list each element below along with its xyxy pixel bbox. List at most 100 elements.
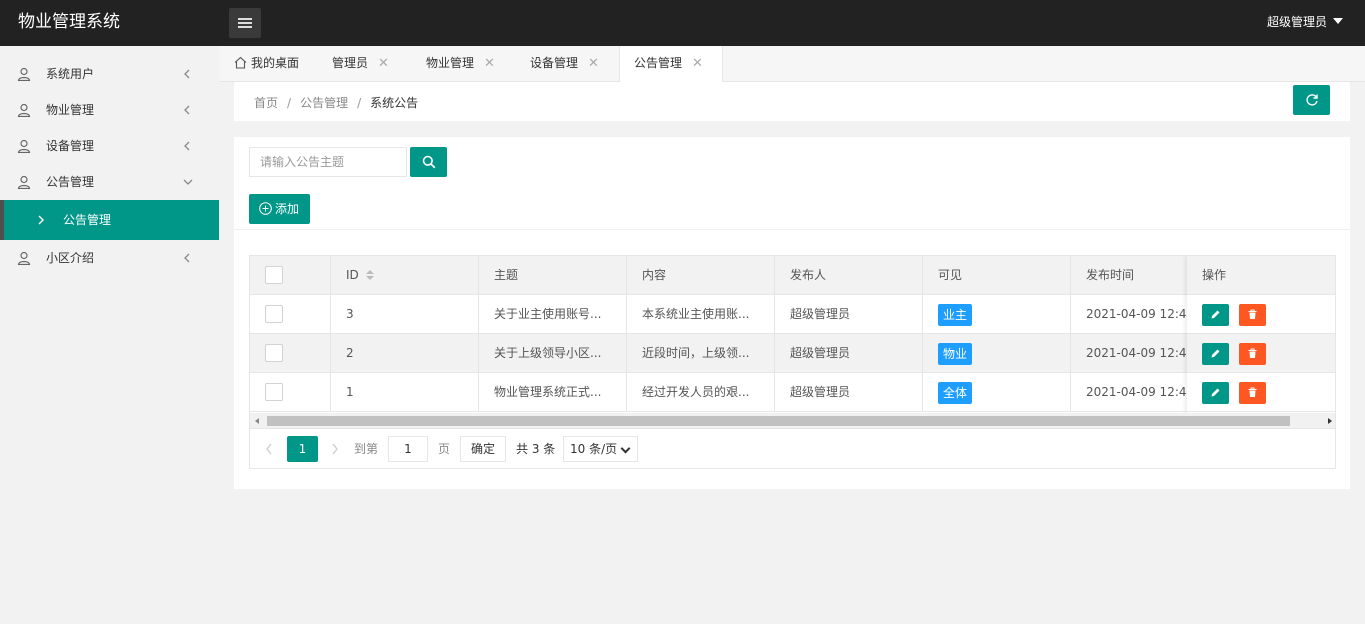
select-all-checkbox[interactable] — [265, 266, 283, 284]
search-icon — [422, 155, 436, 169]
app-title: 物业管理系统 — [18, 12, 120, 32]
chevron-down-icon — [620, 443, 631, 454]
scrollbar-thumb[interactable] — [267, 416, 1290, 426]
search-input[interactable] — [249, 147, 407, 177]
delete-button[interactable] — [1239, 343, 1266, 365]
breadcrumb-home[interactable]: 首页 — [254, 96, 278, 110]
tab-desktop[interactable]: 我的桌面 — [234, 46, 299, 82]
trash-icon — [1248, 309, 1257, 319]
sidebar-item-equipment[interactable]: 设备管理 — [0, 128, 219, 164]
visibility-badge: 物业 — [938, 342, 973, 365]
refresh-button[interactable] — [1293, 85, 1330, 115]
row-checkbox[interactable] — [265, 344, 283, 362]
chevron-down-icon — [183, 179, 193, 185]
user-menu[interactable]: 超级管理员 — [1267, 14, 1343, 30]
cell-title: 关于上级领导小区... — [479, 334, 627, 373]
page-size-value: 10 条/页 — [570, 442, 618, 456]
sort-icon[interactable] — [365, 268, 375, 282]
header-visible: 可见 — [923, 256, 1071, 295]
pencil-icon — [1211, 349, 1220, 358]
close-icon[interactable]: ✕ — [378, 56, 389, 71]
user-icon — [17, 175, 31, 189]
sidebar-item-label: 系统用户 — [46, 67, 95, 81]
sidebar-item-property[interactable]: 物业管理 — [0, 92, 219, 128]
user-icon — [17, 139, 31, 153]
trash-icon — [1248, 387, 1257, 397]
header-title: 主题 — [479, 256, 627, 295]
delete-button[interactable] — [1239, 382, 1266, 404]
goto-confirm-button[interactable]: 确定 — [460, 436, 506, 462]
table-row: 2 关于上级领导小区... 近段时间，上级领... 超级管理员 物业 2021-… — [250, 334, 1335, 373]
menu-icon — [238, 18, 252, 20]
row-checkbox[interactable] — [265, 305, 283, 323]
scroll-right-icon[interactable] — [1328, 418, 1332, 424]
menu-icon-bar — [238, 22, 252, 24]
close-icon[interactable]: ✕ — [692, 56, 703, 71]
add-button[interactable]: 添加 — [249, 194, 310, 224]
pencil-icon — [1211, 388, 1220, 397]
operation-cell — [1187, 334, 1335, 373]
operation-cell — [1187, 295, 1335, 334]
row-checkbox[interactable] — [265, 383, 283, 401]
select-cell — [250, 295, 331, 334]
sidebar-item-community[interactable]: 小区介绍 — [0, 240, 219, 276]
tab-equipment[interactable]: 设备管理 ✕ — [530, 46, 599, 82]
close-icon[interactable]: ✕ — [484, 56, 495, 71]
chevron-left-icon — [184, 141, 190, 151]
sidebar-subitem-notice-management[interactable]: 公告管理 — [0, 200, 219, 240]
tab-label: 设备管理 — [530, 56, 579, 70]
edit-button[interactable] — [1202, 382, 1229, 404]
cell-id: 1 — [331, 373, 479, 412]
cell-visible: 全体 — [923, 373, 1071, 412]
scroll-left-icon[interactable] — [255, 418, 259, 424]
breadcrumb-bar: 首页 / 公告管理 / 系统公告 — [234, 82, 1350, 121]
delete-button[interactable] — [1239, 304, 1266, 326]
header-content: 内容 — [627, 256, 775, 295]
sidebar-item-notice[interactable]: 公告管理 — [0, 164, 219, 200]
cell-publisher: 超级管理员 — [775, 295, 923, 334]
cell-title: 关于业主使用账号... — [479, 295, 627, 334]
chevron-left-icon — [184, 105, 190, 115]
pagination: 1 到第 页 确定 共 3 条 10 条/页 — [250, 430, 1335, 468]
sidebar-item-label: 公告管理 — [46, 175, 95, 189]
page-size-select[interactable]: 10 条/页 — [563, 436, 638, 462]
search-button[interactable] — [410, 147, 447, 177]
user-icon — [17, 251, 31, 265]
menu-icon-bar — [238, 26, 252, 28]
tab-property[interactable]: 物业管理 ✕ — [426, 46, 495, 82]
user-name: 超级管理员 — [1266, 15, 1327, 29]
divider — [234, 229, 1350, 230]
edit-button[interactable] — [1202, 304, 1229, 326]
next-page-icon[interactable] — [330, 442, 340, 456]
sidebar-item-system-users[interactable]: 系统用户 — [0, 56, 219, 92]
sidebar-item-label: 物业管理 — [46, 103, 95, 117]
sidebar: 系统用户 物业管理 设备管理 公告管理 公告管理 小区介绍 — [0, 46, 219, 624]
tab-notice[interactable]: 公告管理 ✕ — [619, 46, 723, 83]
cell-visible: 业主 — [923, 295, 1071, 334]
main-card: 添加 ID 主题 内容 发布人 可见 发布时间 3 关于业主使用账号... 本系… — [234, 137, 1350, 489]
operation-column: 操作 — [1187, 256, 1335, 413]
close-icon[interactable]: ✕ — [588, 56, 599, 71]
cell-content: 近段时间，上级领... — [627, 334, 775, 373]
tab-label: 我的桌面 — [251, 56, 300, 70]
breadcrumb-current: 系统公告 — [370, 96, 419, 110]
page-number-current[interactable]: 1 — [287, 436, 318, 462]
tab-label: 公告管理 — [634, 56, 683, 70]
edit-button[interactable] — [1202, 343, 1229, 365]
header-publisher: 发布人 — [775, 256, 923, 295]
trash-icon — [1248, 348, 1257, 358]
breadcrumb-section[interactable]: 公告管理 — [300, 96, 348, 110]
table-header-row: ID 主题 内容 发布人 可见 发布时间 — [250, 256, 1335, 295]
header-id[interactable]: ID — [331, 256, 479, 295]
tab-admin[interactable]: 管理员 ✕ — [332, 46, 389, 82]
goto-page-input[interactable] — [388, 436, 428, 462]
menu-toggle-button[interactable] — [229, 8, 261, 38]
sidebar-subitem-label: 公告管理 — [63, 213, 112, 227]
prev-page-icon[interactable] — [264, 442, 274, 456]
header-operation: 操作 — [1187, 256, 1335, 295]
sidebar-item-label: 设备管理 — [46, 139, 95, 153]
cell-publisher: 超级管理员 — [775, 334, 923, 373]
horizontal-scrollbar[interactable] — [250, 413, 1335, 429]
cell-title: 物业管理系统正式... — [479, 373, 627, 412]
tab-bar: 我的桌面 管理员 ✕ 物业管理 ✕ 设备管理 ✕ 公告管理 ✕ — [219, 46, 1365, 83]
